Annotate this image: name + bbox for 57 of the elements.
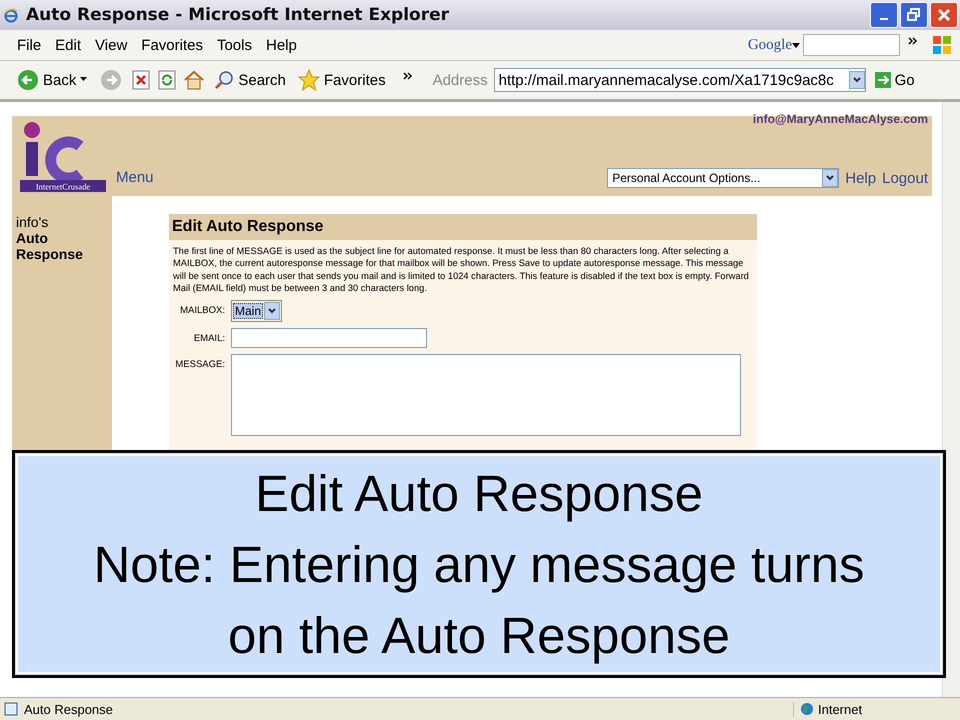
chevron-icon[interactable] <box>908 37 918 45</box>
back-button[interactable]: Back <box>14 69 92 91</box>
flag-logo-icon <box>932 35 952 55</box>
message-field[interactable] <box>231 354 741 436</box>
minimize-icon <box>880 18 888 20</box>
header-link[interactable]: Logout <box>882 170 928 186</box>
field-label: EMAIL: <box>192 332 225 344</box>
caption-line: Edit Auto Response <box>255 464 703 524</box>
star-icon <box>298 69 320 91</box>
caret-icon <box>80 77 88 83</box>
scroll-bar[interactable] <box>942 102 960 697</box>
address-label: Address <box>432 72 488 88</box>
restore-button[interactable] <box>900 2 928 28</box>
description-text: The first line of MESSAGE is used as the subject line for automated response. It must be less than 80 characters long. After selecting a MAILBOX, the current autoresponse message for that mailbox will be shown. Press Save to update autoresponse message. This message will be sent once to each user that sends you mail and is limited to 1024 characters. This feature is disabled if the text box is empty. Forward Mail (EMAIL field) must be between 3 and 30 characters long. <box>173 245 750 294</box>
favorites-button[interactable]: Favorites <box>294 69 389 91</box>
home-icon[interactable] <box>183 70 206 90</box>
caption-line: Note: Entering any message turns <box>93 534 865 595</box>
status-text: Auto Response <box>24 702 113 716</box>
window-title: Auto Response - Microsoft Internet Explorer <box>26 5 450 25</box>
logo-drawing: InternetCrusade <box>18 120 110 194</box>
go-arrow-icon <box>874 72 891 88</box>
menu-item[interactable]: Help <box>259 36 304 54</box>
search-button[interactable]: Search <box>211 70 289 90</box>
menu-item[interactable]: Tools <box>210 36 259 54</box>
minimize-button[interactable] <box>870 2 898 28</box>
sidebar-owner: info's <box>16 214 50 230</box>
menu-item[interactable]: View <box>88 36 134 54</box>
search-icon <box>214 70 234 90</box>
google-button[interactable]: Google <box>744 36 803 54</box>
search-field[interactable] <box>803 34 900 56</box>
chevron-icon[interactable] <box>402 72 413 80</box>
account-email: info@MaryAnneMacAlyse.com <box>752 112 928 126</box>
zone-text: Internet <box>818 702 862 716</box>
caption-line: on the Auto Response <box>228 606 730 666</box>
field-label: MESSAGE: <box>174 358 225 370</box>
email-field[interactable] <box>231 328 427 348</box>
browser-icon <box>4 7 18 23</box>
mailbox-select[interactable]: Main <box>231 300 282 322</box>
restore-icon <box>907 8 921 22</box>
close-button[interactable] <box>930 2 958 28</box>
go-button[interactable]: Go <box>872 72 918 88</box>
menu-link[interactable]: Menu <box>116 169 154 186</box>
menu-item[interactable]: File <box>10 36 48 54</box>
panel-title: Edit Auto Response <box>169 214 757 240</box>
sidebar-section: Auto Response <box>16 230 108 262</box>
header-link[interactable]: Help <box>845 170 876 186</box>
close-icon <box>937 8 951 22</box>
address-field[interactable]: http://mail.maryannemacalyse.com/Xa1719c9ac8c <box>494 68 866 92</box>
caret-icon <box>792 42 800 48</box>
refresh-icon[interactable] <box>157 70 178 90</box>
stop-icon[interactable] <box>131 70 152 90</box>
globe-icon <box>800 702 814 716</box>
menu-item[interactable]: Edit <box>48 36 88 54</box>
account-options-select[interactable]: Personal Account Options... <box>607 168 840 188</box>
menu-item[interactable]: Favorites <box>134 36 210 54</box>
page-icon <box>4 702 18 716</box>
field-label: MAILBOX: <box>179 304 225 316</box>
